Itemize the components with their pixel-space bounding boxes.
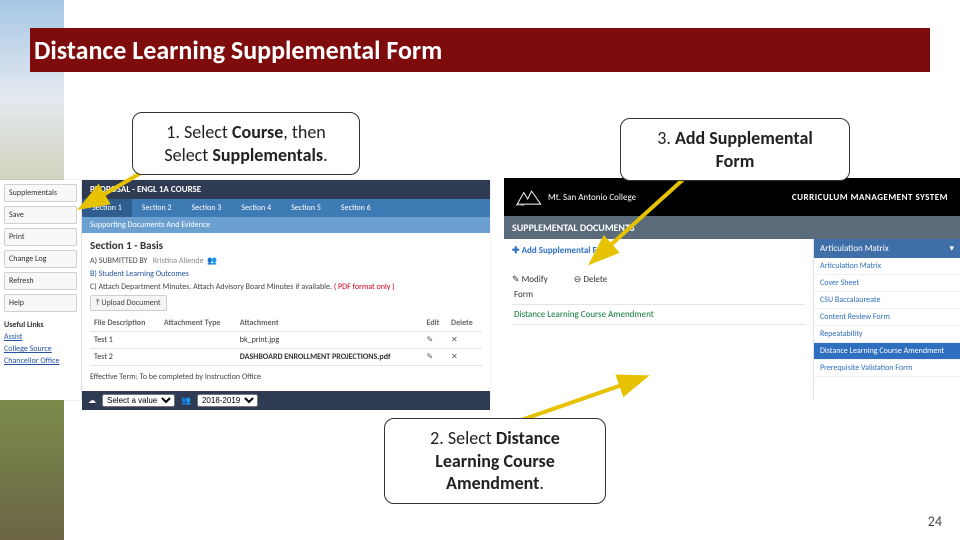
callout-text: . xyxy=(539,472,544,494)
list-header-form: Form xyxy=(512,285,805,305)
delete-button[interactable]: ⊖ Delete xyxy=(574,274,619,285)
cell-att: DASHBOARD ENROLLMENT PROJECTIONS.pdf xyxy=(240,352,391,362)
screenshot-cms-supplemental: MT. SAC Mt. San Antonio College CURRICUL… xyxy=(504,178,960,400)
delete-icon[interactable]: ✕ xyxy=(447,332,482,349)
footer-select-2[interactable]: 2018-2019 xyxy=(197,394,258,407)
field-attach-minutes: C) Attach Department Minutes. Attach Adv… xyxy=(90,282,482,292)
note-pdf-only: ( PDF format only ) xyxy=(334,282,395,292)
chevron-down-icon: ▾ xyxy=(949,243,954,254)
dd-item-content-review[interactable]: Content Review Form xyxy=(814,309,960,326)
col-file-desc: File Description xyxy=(90,315,160,332)
dd-item-articulation-matrix[interactable]: Articulation Matrix xyxy=(814,258,960,275)
useful-links-header: Useful Links xyxy=(4,320,77,330)
sidebar-item-print[interactable]: Print xyxy=(4,228,77,246)
callout-step-1: 1. Select Course, then Select Supplement… xyxy=(132,112,360,175)
upload-label: Upload Document xyxy=(101,298,160,308)
callout-text: . xyxy=(323,144,328,166)
cell-type xyxy=(160,349,236,366)
table-row: Test 1 bk_print.jpg ✎ ✕ xyxy=(90,332,482,349)
supplemental-dropdown: Articulation Matrix ▾ Articulation Matri… xyxy=(814,239,960,400)
callout-text: 1. Select xyxy=(166,121,232,143)
tab-section-4[interactable]: Section 4 xyxy=(231,199,281,217)
field-submitted-by: A) SUBMITTED BY Kristina Allende 👥 xyxy=(90,256,482,266)
plus-icon: ✚ xyxy=(512,245,520,256)
users-icon: 👥 xyxy=(181,396,191,406)
link-chancellor[interactable]: Chancellor Office xyxy=(4,356,77,366)
cell-att: bk_print.jpg xyxy=(236,332,423,349)
link-assist[interactable]: Assist xyxy=(4,332,77,342)
edit-icon[interactable]: ✎ xyxy=(423,332,448,349)
cell-desc: Test 1 xyxy=(90,332,160,349)
supplemental-documents-bar: SUPPLEMENTAL DOCUMENTS xyxy=(504,216,960,239)
value-submitted-by: Kristina Allende xyxy=(153,256,204,266)
mountain-icon: MT. SAC xyxy=(516,186,542,208)
cell-type xyxy=(160,332,236,349)
attachments-table: File Description Attachment Type Attachm… xyxy=(90,315,482,366)
tab-section-6[interactable]: Section 6 xyxy=(331,199,381,217)
callout-bold: Supplementals xyxy=(212,144,323,166)
upload-row: ⤒ Upload Document xyxy=(90,295,482,311)
table-row: Test 2 DASHBOARD ENROLLMENT PROJECTIONS.… xyxy=(90,349,482,366)
cell-desc: Test 2 xyxy=(90,349,160,366)
svg-text:MT. SAC: MT. SAC xyxy=(516,204,525,207)
label-attach-minutes: C) Attach Department Minutes. Attach Adv… xyxy=(90,282,332,292)
cloud-icon: ☁ xyxy=(88,396,96,406)
cms-title: CURRICULUM MANAGEMENT SYSTEM xyxy=(792,192,948,203)
dd-item-distance-learning[interactable]: Distance Learning Course Amendment xyxy=(814,343,960,360)
slide-title-bar: Distance Learning Supplemental Form xyxy=(30,28,930,72)
callout-text: 2. Select xyxy=(430,427,496,449)
field-slo[interactable]: B) Student Learning Outcomes xyxy=(90,269,482,279)
dropdown-header[interactable]: Articulation Matrix ▾ xyxy=(814,239,960,258)
cms-header: MT. SAC Mt. San Antonio College CURRICUL… xyxy=(504,178,960,216)
modify-button[interactable]: ✎ Modify xyxy=(512,274,560,285)
callout-bold: Course xyxy=(232,121,283,143)
sidebar-item-save[interactable]: Save xyxy=(4,206,77,224)
col-att-type: Attachment Type xyxy=(160,315,236,332)
effective-term-note: Effective Term: To be completed by Instr… xyxy=(90,372,482,382)
callout-step-2: 2. Select Distance Learning Course Amend… xyxy=(384,418,606,504)
dropdown-list: Articulation Matrix Cover Sheet CSU Bacc… xyxy=(814,258,960,377)
delete-label: Delete xyxy=(583,274,607,285)
col-edit: Edit xyxy=(423,315,448,332)
list-item-distance-learning[interactable]: Distance Learning Course Amendment xyxy=(512,305,805,325)
edit-icon[interactable]: ✎ xyxy=(423,349,448,366)
sidebar-item-changelog[interactable]: Change Log xyxy=(4,250,77,268)
callout-step-3: 3. Add Supplemental Form xyxy=(620,118,850,181)
slide-title: Distance Learning Supplemental Form xyxy=(34,34,442,66)
label-submitted-by: A) SUBMITTED BY xyxy=(90,256,147,266)
footer-bar: ☁ Select a value 👥 2018-2019 xyxy=(82,391,490,410)
link-college-source[interactable]: College Source xyxy=(4,344,77,354)
callout-text: 3. xyxy=(657,127,675,149)
upload-document-button[interactable]: ⤒ Upload Document xyxy=(90,295,167,311)
section-body: Section 1 - Basis A) SUBMITTED BY Kristi… xyxy=(82,233,490,391)
delete-icon[interactable]: ✕ xyxy=(447,349,482,366)
dd-item-prerequisite[interactable]: Prerequisite Validation Form xyxy=(814,360,960,377)
section-1-heading: Section 1 - Basis xyxy=(90,239,482,252)
modify-label: Modify xyxy=(522,274,548,285)
tab-section-5[interactable]: Section 5 xyxy=(281,199,331,217)
page-number: 24 xyxy=(928,513,942,530)
modify-delete-row: ✎ Modify ⊖ Delete xyxy=(512,274,805,285)
dropdown-title: Articulation Matrix xyxy=(820,243,889,254)
dd-item-csu[interactable]: CSU Baccalaureate xyxy=(814,292,960,309)
sidebar-item-help[interactable]: Help xyxy=(4,294,77,312)
col-attachment: Attachment xyxy=(236,315,423,332)
callout-bold: Add Supplemental Form xyxy=(675,127,813,172)
sidebar-item-refresh[interactable]: Refresh xyxy=(4,272,77,290)
dd-item-cover-sheet[interactable]: Cover Sheet xyxy=(814,275,960,292)
footer-select-1[interactable]: Select a value xyxy=(102,394,175,407)
users-icon[interactable]: 👥 xyxy=(207,256,217,266)
col-delete: Delete xyxy=(447,315,482,332)
sidebar-item-supplementals[interactable]: Supplementals xyxy=(4,184,77,202)
dd-item-repeatability[interactable]: Repeatability xyxy=(814,326,960,343)
